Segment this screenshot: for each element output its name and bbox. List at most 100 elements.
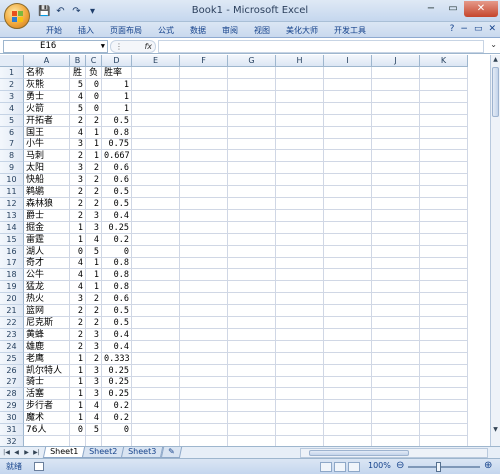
cell[interactable]	[132, 67, 180, 79]
cell[interactable]: 胜	[70, 67, 86, 79]
cell[interactable]: 0.8	[102, 269, 132, 282]
cell[interactable]: 5	[70, 78, 86, 91]
cell[interactable]: 马刺	[24, 150, 70, 163]
cell[interactable]: 0	[86, 90, 102, 103]
cell[interactable]	[420, 305, 468, 317]
cell[interactable]	[180, 305, 228, 317]
cell[interactable]	[420, 352, 468, 365]
cell[interactable]	[132, 114, 180, 127]
cell[interactable]	[276, 126, 324, 139]
cell[interactable]	[324, 269, 372, 282]
cell[interactable]	[228, 174, 276, 187]
zoom-level[interactable]: 100%	[368, 461, 391, 470]
cell[interactable]: 0	[70, 245, 86, 258]
cell[interactable]: 0.8	[102, 281, 132, 294]
row-header[interactable]: 26	[0, 364, 24, 377]
cell[interactable]	[70, 435, 86, 446]
cell[interactable]: 勇士	[24, 90, 70, 103]
cell[interactable]	[324, 281, 372, 294]
cell[interactable]	[132, 364, 180, 377]
cell[interactable]: 鹈鹕	[24, 186, 70, 198]
cell[interactable]	[228, 67, 276, 79]
cell[interactable]	[132, 138, 180, 151]
cell[interactable]: 3	[86, 388, 102, 401]
cell[interactable]: 爵士	[24, 209, 70, 222]
cell[interactable]	[420, 340, 468, 353]
cell[interactable]	[276, 138, 324, 151]
cell[interactable]	[372, 126, 420, 139]
cell[interactable]	[180, 114, 228, 127]
cell[interactable]	[324, 162, 372, 175]
help-icon[interactable]: ?	[450, 24, 455, 34]
cell[interactable]	[228, 340, 276, 353]
cell[interactable]: 2	[70, 316, 86, 329]
row-header[interactable]: 4	[0, 102, 24, 115]
cell[interactable]	[228, 78, 276, 91]
row-header[interactable]: 20	[0, 293, 24, 306]
cell[interactable]: 1	[86, 281, 102, 294]
cell[interactable]	[228, 257, 276, 270]
cell[interactable]	[372, 233, 420, 246]
cell[interactable]: 2	[70, 114, 86, 127]
ribbon-tab[interactable]: 插入	[70, 24, 102, 37]
cell[interactable]	[420, 138, 468, 151]
close-button[interactable]: ✕	[464, 1, 498, 17]
cell[interactable]	[372, 352, 420, 365]
cell[interactable]: 0.4	[102, 328, 132, 341]
cell[interactable]: 1	[70, 364, 86, 377]
cell[interactable]	[372, 388, 420, 401]
cell[interactable]	[276, 352, 324, 365]
cell[interactable]: 2	[86, 162, 102, 175]
cell[interactable]: 活塞	[24, 388, 70, 401]
cell[interactable]	[180, 269, 228, 282]
formula-bar-splitter-icon[interactable]: ⋮	[115, 42, 123, 51]
row-header[interactable]: 31	[0, 424, 24, 436]
cell[interactable]	[180, 138, 228, 151]
cell[interactable]	[324, 305, 372, 317]
cell[interactable]: 2	[86, 174, 102, 187]
cell[interactable]	[276, 162, 324, 175]
name-box[interactable]: E16 ▼	[3, 40, 108, 53]
cell[interactable]	[324, 221, 372, 234]
cell[interactable]	[372, 376, 420, 389]
cell[interactable]: 湖人	[24, 245, 70, 258]
select-all-corner[interactable]	[0, 55, 24, 67]
cell[interactable]	[420, 233, 468, 246]
cell[interactable]: 胜率	[102, 67, 132, 79]
cell[interactable]: 负	[86, 67, 102, 79]
vertical-scrollbar[interactable]: ▲ ▼	[490, 55, 500, 446]
cell[interactable]	[372, 78, 420, 91]
cell[interactable]: 0.4	[102, 209, 132, 222]
cell[interactable]	[276, 328, 324, 341]
cell[interactable]	[276, 305, 324, 317]
cell[interactable]	[132, 269, 180, 282]
normal-view-button[interactable]	[320, 462, 332, 472]
cell[interactable]	[228, 364, 276, 377]
cell[interactable]	[276, 209, 324, 222]
cell[interactable]: 1	[70, 388, 86, 401]
cell[interactable]	[132, 293, 180, 306]
cell[interactable]	[420, 435, 468, 446]
cell[interactable]: 0.75	[102, 138, 132, 151]
cell[interactable]: 0.25	[102, 388, 132, 401]
row-header[interactable]: 19	[0, 281, 24, 294]
cell[interactable]	[324, 78, 372, 91]
cell[interactable]	[324, 209, 372, 222]
cell[interactable]	[132, 174, 180, 187]
cell[interactable]: 1	[70, 400, 86, 413]
cell[interactable]	[132, 197, 180, 210]
cell[interactable]	[132, 186, 180, 198]
cell[interactable]	[420, 257, 468, 270]
cell[interactable]	[132, 424, 180, 436]
cell[interactable]: 0	[102, 245, 132, 258]
cell[interactable]: 3	[86, 209, 102, 222]
column-header[interactable]: E	[132, 55, 180, 67]
cell[interactable]	[324, 186, 372, 198]
cell[interactable]	[180, 78, 228, 91]
cell[interactable]	[132, 305, 180, 317]
row-header[interactable]: 27	[0, 376, 24, 389]
cell[interactable]: 小牛	[24, 138, 70, 151]
cell[interactable]	[420, 114, 468, 127]
cell[interactable]	[132, 352, 180, 365]
cell[interactable]: 4	[70, 257, 86, 270]
